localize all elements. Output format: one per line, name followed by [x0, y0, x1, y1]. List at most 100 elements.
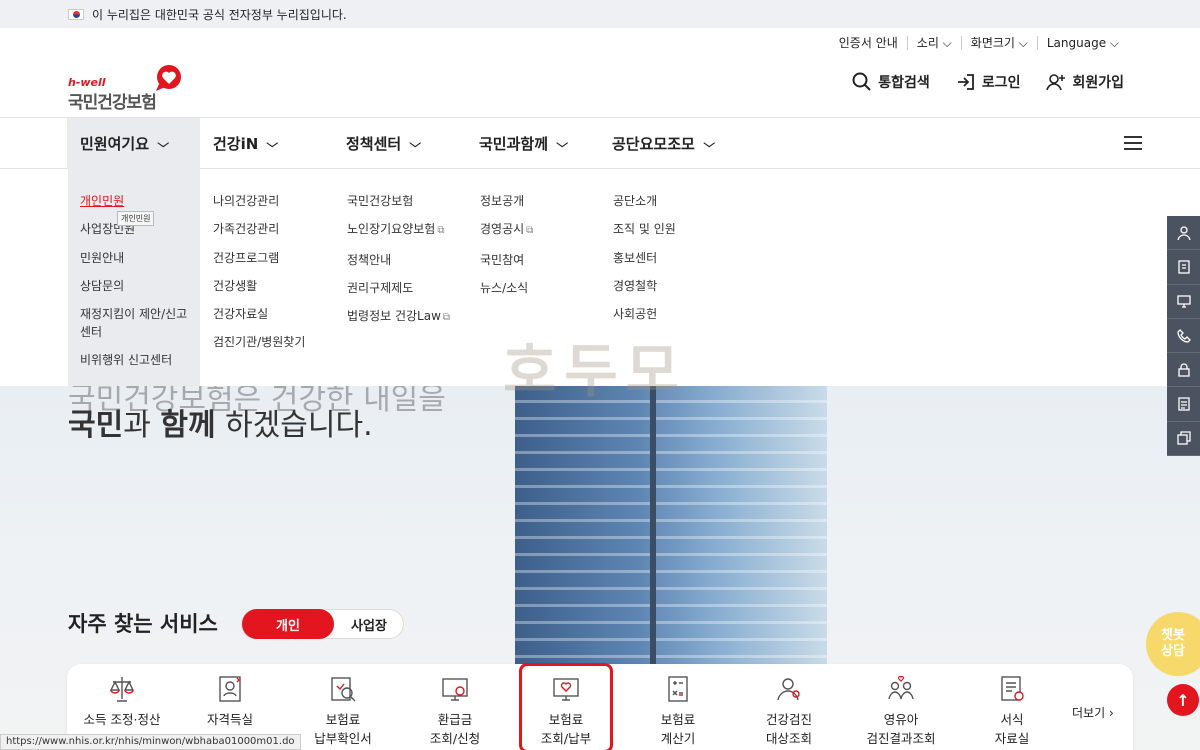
chevron-down-icon: ⌵ — [409, 136, 422, 150]
menu-link[interactable]: 검진기관/병원찾기 — [213, 328, 305, 356]
chatbot-label-2: 상담 — [1161, 644, 1185, 659]
menu-link[interactable]: 뉴스/소식 — [480, 274, 533, 302]
font-size-dropdown[interactable]: 화면크기 ⌵ — [960, 36, 1037, 50]
menu-link-label: 경영공시 — [480, 222, 525, 237]
quick-list-icon[interactable] — [1167, 387, 1200, 422]
quick-document-icon[interactable] — [1167, 250, 1200, 285]
mega-col-health: 나의건강관리 가족건강관리 건강프로그램 건강생활 건강자료실 검진기관/병원찾… — [213, 187, 305, 357]
quick-phone-icon[interactable] — [1167, 319, 1200, 354]
nav-about[interactable]: 공단요모조모 ⌵ — [599, 118, 739, 169]
mega-col-citizens: 정보공개 경영공시 ⧉ 국민참여 뉴스/소식 — [480, 187, 533, 302]
toggle-business[interactable]: 사업장 — [334, 610, 404, 638]
nav-policy[interactable]: 정책센터 ⌵ — [333, 118, 466, 169]
menu-link[interactable]: 홍보센터 — [613, 244, 676, 272]
more-services-link[interactable]: 더보기 › — [1072, 704, 1114, 721]
menu-link-consult[interactable]: 상담문의 — [80, 272, 187, 300]
quick-menu — [1167, 216, 1200, 457]
menu-link-minwon-guide[interactable]: 민원안내 — [80, 244, 187, 272]
form-document-icon — [1001, 676, 1024, 701]
watermark-text: 호두모 — [503, 337, 688, 405]
quick-monitor-icon[interactable] — [1167, 285, 1200, 319]
external-link-icon: ⧉ — [442, 312, 451, 324]
service-label: 자격득실 — [206, 712, 253, 727]
service-label-2: 계산기 — [660, 731, 696, 746]
menu-link[interactable]: 국민참여 — [480, 246, 533, 274]
menu-link[interactable]: 나의건강관리 — [213, 187, 305, 215]
hero-strong-1: 국민 — [68, 408, 124, 443]
language-dropdown[interactable]: Language ⌵ — [1036, 36, 1128, 50]
external-link-icon: ⧉ — [526, 225, 534, 237]
menu-link[interactable]: 건강프로그램 — [213, 244, 305, 272]
service-label: 환급금 — [437, 712, 473, 727]
main-nav: 민원여기요 ⌵ 건강iN ⌵ 정책센터 ⌵ 국민과함께 ⌵ 공단요모조모 ⌵ — [0, 117, 1200, 169]
scroll-top-button[interactable]: ↑ — [1167, 684, 1199, 716]
nhis-logo[interactable]: h-well 국민건강보험 — [68, 64, 188, 113]
service-label: 소득 조정·정산 — [83, 712, 161, 727]
menu-link-external[interactable]: 노인장기요양보험 ⧉ — [347, 215, 450, 245]
external-link-icon: ⧉ — [437, 225, 445, 237]
chatbot-label: 챗봇 상담 — [1161, 628, 1185, 660]
login-button[interactable]: 로그인 — [956, 72, 1020, 92]
service-income-adjust[interactable]: 소득 조정·정산 — [67, 674, 177, 729]
heart-logo-icon — [156, 65, 181, 91]
service-checkup-target[interactable]: 건강검진 대상조회 — [734, 674, 844, 748]
chatbot-label-1: 챗봇 — [1161, 628, 1185, 643]
family-icon — [888, 676, 914, 700]
service-calculator[interactable]: 보험료 계산기 — [623, 674, 733, 748]
join-button[interactable]: 회원가입 — [1046, 72, 1124, 92]
menu-link[interactable]: 경영철학 — [613, 272, 676, 300]
menu-link[interactable]: 권리구제제도 — [347, 274, 450, 302]
nav-minwon[interactable]: 민원여기요 ⌵ — [67, 118, 200, 169]
service-label: 영유아 — [883, 712, 919, 727]
nav-health-in[interactable]: 건강iN ⌵ — [200, 118, 333, 169]
sound-dropdown[interactable]: 소리 ⌵ — [906, 36, 961, 50]
menu-link[interactable]: 정보공개 — [480, 187, 533, 215]
cert-guide-link[interactable]: 인증서 안내 — [830, 36, 907, 50]
menu-link[interactable]: 건강자료실 — [213, 300, 305, 328]
menu-link-external[interactable]: 경영공시 ⧉ — [480, 215, 533, 245]
service-eligibility[interactable]: 자격득실 — [175, 674, 285, 729]
toggle-personal[interactable]: 개인 — [242, 609, 334, 639]
search-button[interactable]: 통합검색 — [852, 72, 930, 92]
menu-icon[interactable] — [1124, 136, 1142, 150]
service-payment-cert[interactable]: 보험료 납부확인서 — [288, 674, 398, 748]
menu-link[interactable]: 정책안내 — [347, 246, 450, 274]
service-label-2: 납부확인서 — [314, 731, 372, 746]
menu-link-external[interactable]: 법령정보 건강Law ⧉ — [347, 302, 450, 332]
menu-link[interactable]: 공단소개 — [613, 187, 676, 215]
service-forms[interactable]: 서식 자료실 — [957, 674, 1067, 748]
service-label-2: 조회/신청 — [429, 731, 481, 746]
service-infant-checkup[interactable]: 영유아 검진결과조회 — [846, 674, 956, 748]
mega-col-policy: 국민건강보험 노인장기요양보험 ⧉ 정책안내 권리구제제도 법령정보 건강Law ⧉ — [347, 187, 450, 332]
menu-link-label: 법령정보 건강Law — [347, 309, 441, 324]
hero-text-2: 하겠습니다. — [215, 408, 373, 443]
service-label-2: 대상조회 — [765, 731, 812, 746]
more-label: 더보기 — [1072, 706, 1106, 720]
top-actions: 통합검색 로그인 회원가입 — [852, 72, 1124, 92]
quick-user-icon[interactable] — [1167, 216, 1200, 251]
person-search-icon — [777, 678, 800, 701]
utility-menu: 인증서 안내 소리 ⌵ 화면크기 ⌵ Language ⌵ — [830, 36, 1128, 50]
menu-link[interactable]: 국민건강보험 — [347, 187, 450, 215]
service-type-toggle: 개인 사업장 — [241, 609, 404, 639]
chevron-down-icon: ⌵ — [266, 136, 279, 150]
service-refund[interactable]: 환급금 조회/신청 — [400, 674, 510, 748]
service-label: 건강검진 — [765, 712, 812, 727]
login-icon — [957, 74, 974, 90]
menu-link-misconduct[interactable]: 비위행위 신고센터 — [80, 346, 187, 374]
quick-lock-icon[interactable] — [1167, 353, 1200, 388]
menu-link[interactable]: 가족건강관리 — [213, 215, 305, 243]
hero-line-2: 국민과 함께 하겠습니다. — [68, 400, 373, 444]
quick-copy-icon[interactable] — [1167, 422, 1200, 457]
menu-link[interactable]: 건강생활 — [213, 272, 305, 300]
menu-link[interactable]: 조직 및 인원 — [613, 215, 676, 243]
service-label-2: 검진결과조회 — [866, 731, 936, 746]
menu-link-fiscal-guard[interactable]: 재정지킴이 제안/신고 — [80, 300, 187, 323]
nav-label: 공단요모조모 — [612, 135, 695, 153]
nav-with-citizens[interactable]: 국민과함께 ⌵ — [466, 118, 599, 169]
menu-link-fiscal-guard-cont[interactable]: 센터 — [80, 323, 187, 346]
service-label-2: 자료실 — [994, 731, 1030, 746]
calculator-icon — [668, 676, 688, 702]
monitor-coin-icon — [442, 678, 468, 701]
document-search-icon — [331, 677, 356, 702]
